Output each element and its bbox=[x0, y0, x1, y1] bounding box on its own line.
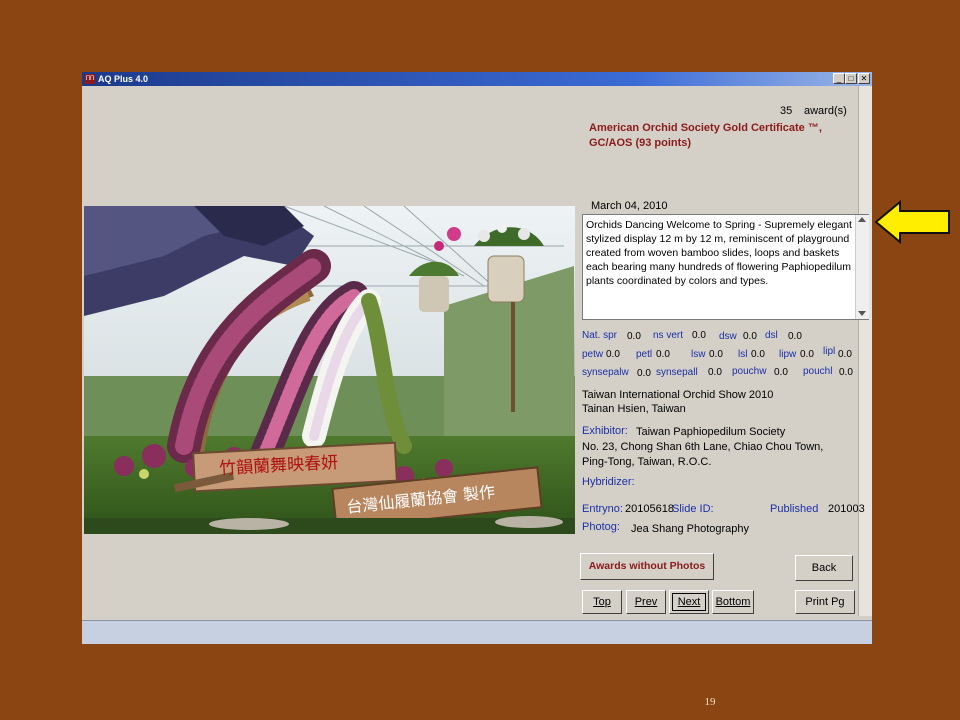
show-location: Tainan Hsien, Taiwan bbox=[582, 403, 686, 415]
maximize-button[interactable]: □ bbox=[845, 73, 857, 84]
measure-value: 0.0 bbox=[627, 331, 641, 342]
exhibitor-name: Taiwan Paphiopedilum Society bbox=[636, 426, 786, 438]
measure-label: lipl bbox=[823, 346, 836, 357]
award-name-line1: American Orchid Society Gold Certificate… bbox=[589, 122, 822, 134]
award-date: March 04, 2010 bbox=[591, 200, 668, 212]
measure-label: petw bbox=[582, 349, 604, 360]
measure-label: lipw bbox=[779, 349, 797, 360]
slide-number: 19 bbox=[704, 696, 716, 708]
entryno-value: 20105618 bbox=[625, 503, 674, 515]
measure-label: synsepall bbox=[656, 367, 698, 378]
hybridizer-label: Hybridizer: bbox=[582, 476, 635, 488]
measure-value: 0.0 bbox=[839, 367, 853, 378]
awards-without-photos-button[interactable]: Awards without Photos bbox=[580, 553, 714, 580]
minimize-button[interactable]: _ bbox=[833, 73, 845, 84]
app-window: ПП AQ Plus 4.0 _ □ ✕ 35 award(s) America… bbox=[82, 72, 872, 644]
title-bar[interactable]: ПП AQ Plus 4.0 _ □ ✕ bbox=[82, 72, 872, 86]
orchid-display-photo: 竹韻蘭舞映春妍 台灣仙履蘭協會 製作 bbox=[84, 206, 575, 534]
prev-button-label: Prev bbox=[634, 596, 658, 608]
measure-label: synsepalw bbox=[582, 367, 629, 378]
measure-value: 0.0 bbox=[708, 367, 722, 378]
slide-id-label: Slide ID: bbox=[672, 503, 714, 515]
exhibitor-address2: Ping-Tong, Taiwan, R.O.C. bbox=[582, 456, 712, 468]
measure-value: 0.0 bbox=[637, 368, 651, 379]
description-textbox[interactable]: Orchids Dancing Welcome to Spring - Supr… bbox=[582, 214, 869, 320]
window-title: AQ Plus 4.0 bbox=[98, 74, 149, 84]
measure-value: 0.0 bbox=[788, 331, 802, 342]
exhibitor-label: Exhibitor: bbox=[582, 425, 628, 437]
print-page-button[interactable]: Print Pg bbox=[795, 590, 855, 614]
measure-value: 0.0 bbox=[656, 349, 670, 360]
exhibitor-address1: No. 23, Chong Shan 6th Lane, Chiao Chou … bbox=[582, 441, 824, 453]
status-bar bbox=[82, 620, 872, 644]
bottom-button[interactable]: Bottom bbox=[712, 590, 754, 614]
next-button[interactable]: Next bbox=[669, 590, 709, 614]
measure-value: 0.0 bbox=[692, 330, 706, 341]
photog-value: Jea Shang Photography bbox=[631, 523, 750, 535]
show-name: Taiwan International Orchid Show 2010 bbox=[582, 389, 774, 401]
measure-value: 0.0 bbox=[774, 367, 788, 378]
description-text: Orchids Dancing Welcome to Spring - Supr… bbox=[586, 219, 852, 287]
measure-label: dsl bbox=[765, 330, 778, 341]
next-button-label: Next bbox=[677, 596, 701, 608]
published-value: 201003 bbox=[828, 503, 865, 515]
top-button-label: Top bbox=[593, 596, 611, 608]
scroll-down-icon[interactable] bbox=[858, 311, 866, 316]
measure-label: petl bbox=[636, 349, 653, 360]
measure-value: 0.0 bbox=[709, 349, 723, 360]
measure-value: 0.0 bbox=[800, 349, 814, 360]
app-icon: ПП bbox=[85, 74, 95, 84]
measure-label: lsl bbox=[738, 349, 748, 360]
entryno-label: Entryno: bbox=[582, 503, 623, 515]
prev-button[interactable]: Prev bbox=[626, 590, 666, 614]
window-scrollbar[interactable] bbox=[858, 86, 872, 616]
award-name-line2: GC/AOS (93 points) bbox=[589, 137, 692, 149]
close-button[interactable]: ✕ bbox=[858, 73, 870, 84]
photog-label: Photog: bbox=[582, 521, 620, 533]
yellow-arrow-icon bbox=[874, 199, 950, 245]
award-count-label: award(s) bbox=[804, 105, 847, 117]
bottom-button-label: Bottom bbox=[715, 596, 751, 608]
back-button[interactable]: Back bbox=[795, 555, 853, 581]
measure-label: dsw bbox=[719, 331, 737, 342]
measure-value: 0.0 bbox=[743, 331, 757, 342]
top-button[interactable]: Top bbox=[582, 590, 622, 614]
scroll-up-icon[interactable] bbox=[858, 217, 866, 222]
measure-value: 0.0 bbox=[606, 349, 620, 360]
award-count: 35 bbox=[780, 105, 793, 117]
measure-label: pouchw bbox=[732, 366, 767, 377]
published-label: Published bbox=[770, 503, 819, 515]
measure-value: 0.0 bbox=[751, 349, 765, 360]
measure-label: lsw bbox=[691, 349, 706, 360]
measure-label: Nat. spr bbox=[582, 330, 618, 341]
measure-value: 0.0 bbox=[838, 349, 852, 360]
description-scrollbar[interactable] bbox=[855, 215, 869, 319]
measure-label: pouchl bbox=[803, 366, 833, 377]
measure-label: ns vert bbox=[653, 330, 684, 341]
